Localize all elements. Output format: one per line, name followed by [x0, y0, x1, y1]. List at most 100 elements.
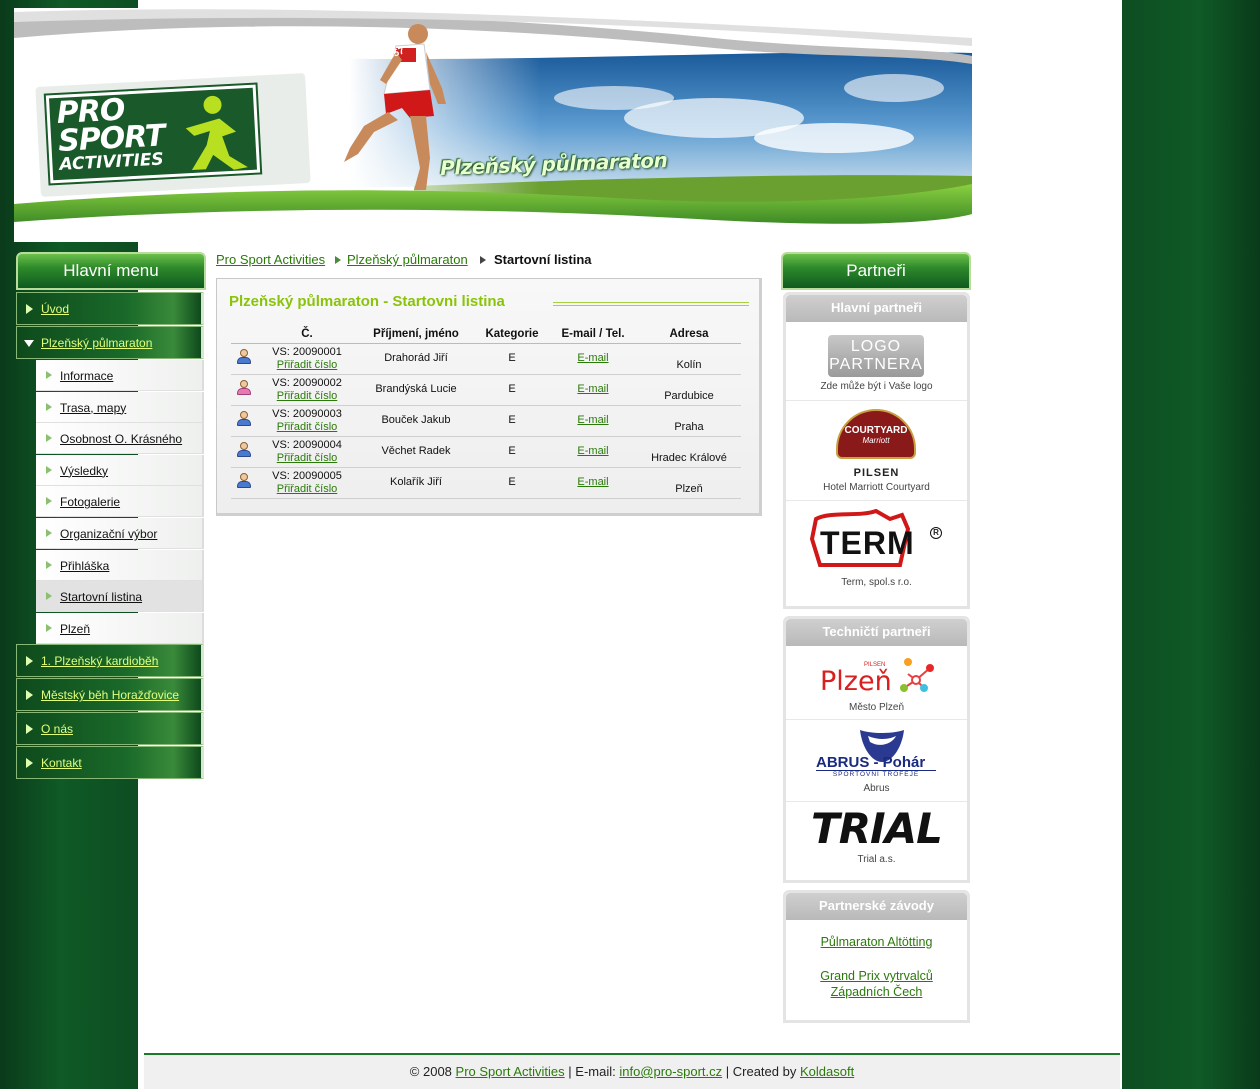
plzen-logo-text: Plzeň	[820, 666, 892, 697]
pro-sport-logo[interactable]: PRO SPORT ACTIVITIES	[45, 84, 261, 184]
submenu-item-startovni-listina[interactable]: Startovní listina	[36, 581, 204, 613]
breadcrumb-link-home[interactable]: Pro Sport Activities	[216, 252, 325, 267]
arrow-right-icon	[46, 623, 52, 632]
assign-number-link[interactable]: Přiřadit číslo	[277, 390, 338, 402]
submenu-item-informace[interactable]: Informace	[36, 360, 204, 391]
technical-partners-heading: Techničtí partneři	[786, 619, 967, 646]
category-cell: E	[475, 374, 549, 406]
menu-link-horazdovice[interactable]: Městský běh Horažďovice	[41, 688, 179, 702]
menu-item-kardiobeh[interactable]: 1. Plzeňský kardioběh	[16, 644, 204, 678]
assign-number-link[interactable]: Přiřadit číslo	[277, 421, 338, 433]
email-link[interactable]: E-mail	[577, 352, 608, 364]
column-header-number: Č.	[257, 325, 357, 344]
menu-link-kontakt[interactable]: Kontakt	[41, 756, 82, 770]
main-partners-heading: Hlavní partneři	[786, 295, 967, 322]
race-link-altotting[interactable]: Půlmaraton Altötting	[786, 934, 967, 950]
partner-trial[interactable]: TRIAL Trial a.s.	[786, 802, 967, 882]
partner-races-heading: Partnerské závody	[786, 893, 967, 920]
menu-link-o-nas[interactable]: O nás	[41, 722, 73, 736]
footer-email-link[interactable]: info@pro-sport.cz	[619, 1064, 722, 1079]
breadcrumb-current: Startovní listina	[494, 252, 592, 267]
footer-created-label: | Created by	[725, 1064, 797, 1079]
menu-item-o-nas[interactable]: O nás	[16, 712, 204, 746]
row-icon-cell	[231, 343, 257, 375]
partner-logo-placeholder[interactable]: LOGO PARTNERA Zde může být i Vaše logo	[786, 322, 967, 401]
table-row: VS: 20090003 Přiřadit číslo Bouček Jakub …	[231, 405, 741, 437]
submenu-item-plzen[interactable]: Plzeň	[36, 612, 204, 644]
footer-email-label: | E-mail:	[568, 1064, 616, 1079]
submenu-item-organizacni-vybor[interactable]: Organizační výbor	[36, 517, 204, 549]
column-header-name: Příjmení, jméno	[357, 325, 475, 344]
name-cell: Bouček Jakub	[357, 405, 475, 437]
partner-courtyard[interactable]: COURTYARD Marriott PILSEN Hotel Marriott…	[786, 401, 967, 501]
submenu-link-plzen[interactable]: Plzeň	[60, 622, 90, 636]
courtyard-caption: Hotel Marriott Courtyard	[823, 482, 930, 493]
submenu-link-informace[interactable]: Informace	[60, 369, 113, 383]
arrow-right-icon	[46, 402, 52, 411]
contact-cell: E-mail	[549, 343, 637, 375]
race-link-grand-prix-line1[interactable]: Grand Prix vytrvalců	[786, 968, 967, 984]
name-cell: Brandýská Lucie	[357, 374, 475, 406]
email-link[interactable]: E-mail	[577, 383, 608, 395]
address-cell: Kolín	[637, 343, 741, 375]
submenu-link-fotogalerie[interactable]: Fotogalerie	[60, 495, 120, 509]
vs-number: VS: 20090004	[272, 438, 342, 451]
menu-item-pulmaraton[interactable]: Plzeňský půlmaraton	[16, 326, 204, 359]
submenu-link-prihlaska[interactable]: Přihláška	[60, 559, 109, 573]
submenu-link-osobnost[interactable]: Osobnost O. Krásného	[60, 432, 182, 446]
partner-term[interactable]: TERM R Term, spol.s r.o.	[786, 501, 967, 601]
main-menu: Úvod Plzeňský půlmaraton Informace Trasa…	[16, 292, 204, 780]
contact-cell: E-mail	[549, 467, 637, 499]
breadcrumb-link-pulmaraton[interactable]: Plzeňský půlmaraton	[347, 252, 468, 267]
main-partners-box: Hlavní partneři LOGO PARTNERA Zde může b…	[783, 292, 970, 609]
menu-item-kontakt[interactable]: Kontakt	[16, 746, 204, 780]
assign-number-link[interactable]: Přiřadit číslo	[277, 452, 338, 464]
submenu-link-vysledky[interactable]: Výsledky	[60, 464, 108, 478]
partner-plzen[interactable]: Plzeň PILSEN Město Plzeň	[786, 646, 967, 720]
submenu-link-trasa[interactable]: Trasa, mapy	[60, 401, 126, 415]
category-cell: E	[475, 343, 549, 375]
assign-number-link[interactable]: Přiřadit číslo	[277, 483, 338, 495]
partner-races-links: Půlmaraton Altötting Grand Prix vytrvalc…	[786, 920, 967, 1000]
menu-link-pulmaraton[interactable]: Plzeňský půlmaraton	[41, 336, 152, 350]
footer-company-link[interactable]: Pro Sport Activities	[456, 1064, 565, 1079]
partners-heading: Partneři	[781, 252, 971, 290]
start-list-panel: Plzeňský půlmaraton - Startovni listina …	[216, 278, 762, 516]
submenu-item-prihlaska[interactable]: Přihláška	[36, 549, 204, 581]
main-menu-heading: Hlavní menu	[16, 252, 206, 290]
table-row: VS: 20090005 Přiřadit číslo Kolařík Jiří …	[231, 467, 741, 499]
table-header-row: Č. Příjmení, jméno Kategorie E-mail / Te…	[231, 325, 741, 344]
logo-placeholder-line1: LOGO	[850, 338, 902, 355]
address-cell: Plzeň	[637, 467, 741, 499]
email-link[interactable]: E-mail	[577, 414, 608, 426]
menu-item-uvod[interactable]: Úvod	[16, 292, 204, 325]
breadcrumb: Pro Sport Activities Plzeňský půlmaraton…	[216, 252, 764, 270]
logo-placeholder-graphic: LOGO PARTNERA	[828, 335, 924, 377]
row-icon-cell	[231, 374, 257, 406]
term-caption: Term, spol.s r.o.	[841, 577, 912, 588]
partner-abrus[interactable]: ABRUS - Pohár SPORTOVNÍ TROFEJE Abrus	[786, 720, 967, 802]
courtyard-logo: COURTYARD Marriott	[836, 409, 916, 459]
menu-link-uvod[interactable]: Úvod	[41, 302, 69, 316]
submenu-link-organizacni-vybor[interactable]: Organizační výbor	[60, 527, 157, 541]
assign-number-link[interactable]: Přiřadit číslo	[277, 359, 338, 371]
number-cell: VS: 20090004 Přiřadit číslo	[257, 436, 357, 468]
submenu-link-startovni-listina[interactable]: Startovní listina	[60, 590, 142, 604]
email-link[interactable]: E-mail	[577, 476, 608, 488]
number-cell: VS: 20090005 Přiřadit číslo	[257, 467, 357, 499]
menu-item-horazdovice[interactable]: Městský běh Horažďovice	[16, 678, 204, 712]
menu-link-kardiobeh[interactable]: 1. Plzeňský kardioběh	[41, 654, 158, 668]
submenu-item-fotogalerie[interactable]: Fotogalerie	[36, 486, 204, 518]
submenu-item-trasa[interactable]: Trasa, mapy	[36, 391, 204, 423]
column-header-contact: E-mail / Tel.	[549, 325, 637, 344]
address-cell: Hradec Králové	[637, 436, 741, 468]
submenu-item-osobnost[interactable]: Osobnost O. Krásného	[36, 423, 204, 455]
submenu-item-vysledky[interactable]: Výsledky	[36, 454, 204, 486]
email-link[interactable]: E-mail	[577, 445, 608, 457]
race-link-grand-prix-line2[interactable]: Západních Čech	[786, 984, 967, 1000]
row-icon-cell	[231, 405, 257, 437]
logo-placeholder-caption: Zde může být i Vaše logo	[820, 381, 933, 392]
number-cell: VS: 20090002 Přiřadit číslo	[257, 374, 357, 406]
arrow-right-icon	[26, 758, 33, 769]
footer-creator-link[interactable]: Koldasoft	[800, 1064, 854, 1079]
